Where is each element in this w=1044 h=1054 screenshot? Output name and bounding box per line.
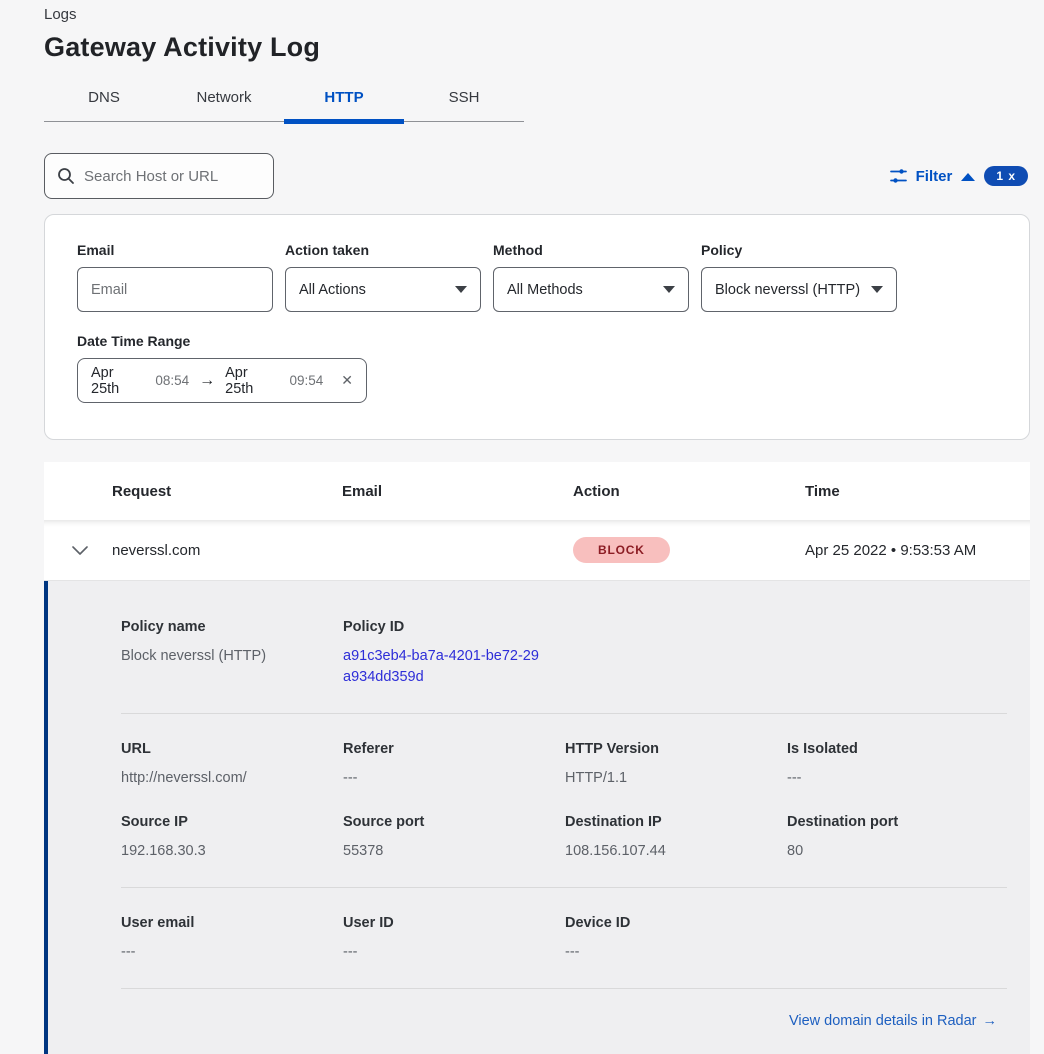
row-details-panel: Policy name Block neverssl (HTTP) Policy… — [48, 581, 1030, 1054]
search-input[interactable] — [84, 168, 261, 185]
tab-ssh[interactable]: SSH — [404, 79, 524, 121]
detail-referer: Referer --- — [343, 741, 565, 789]
page-content: Logs Gateway Activity Log DNS Network HT… — [0, 0, 1044, 1054]
col-header-request: Request — [112, 483, 342, 500]
radar-link-row: View domain details in Radar → — [121, 989, 1007, 1054]
filter-field-policy: Policy Block neverssl (HTTP) — [701, 242, 897, 312]
col-header-action: Action — [573, 483, 805, 500]
clear-daterange-icon[interactable]: ✕ — [341, 372, 353, 389]
detail-destination-port: Destination port 80 — [787, 814, 1009, 862]
chevron-down-icon — [663, 286, 675, 293]
policy-select[interactable]: Block neverssl (HTTP) — [701, 267, 897, 312]
search-box[interactable] — [44, 153, 274, 199]
col-header-email: Email — [342, 483, 573, 500]
tab-bar: DNS Network HTTP SSH — [44, 79, 524, 122]
action-select-value: All Actions — [299, 282, 366, 298]
expanded-row-wrapper: neverssl.com BLOCK Apr 25 2022 • 9:53:53… — [44, 520, 1030, 1054]
detail-url: URL http://neverssl.com/ — [121, 741, 343, 789]
row-request: neverssl.com — [112, 542, 342, 559]
daterange-field-label: Date Time Range — [77, 333, 997, 349]
filter-field-action: Action taken All Actions — [285, 242, 481, 312]
action-select[interactable]: All Actions — [285, 267, 481, 312]
filter-label: Filter — [916, 168, 953, 185]
row-time: Apr 25 2022 • 9:53:53 AM — [805, 542, 1030, 559]
method-select-value: All Methods — [507, 282, 583, 298]
toolbar: Filter 1 x — [44, 153, 1030, 199]
detail-device-id: Device ID --- — [565, 915, 787, 963]
start-time[interactable]: 08:54 — [155, 373, 189, 388]
user-section: User email --- User ID --- Device ID --- — [121, 888, 1007, 988]
breadcrumb[interactable]: Logs — [44, 6, 1030, 23]
filter-field-email: Email — [77, 242, 273, 312]
email-field[interactable] — [77, 267, 273, 312]
filter-field-daterange: Date Time Range Apr 25th 08:54 → Apr 25t… — [77, 333, 997, 403]
request-section: URL http://neverssl.com/ Referer --- HTT… — [121, 714, 1007, 814]
block-status-badge: BLOCK — [573, 537, 670, 563]
method-select[interactable]: All Methods — [493, 267, 689, 312]
tab-network[interactable]: Network — [164, 79, 284, 121]
detail-user-id: User ID --- — [343, 915, 565, 963]
arrow-right-icon: → — [199, 372, 215, 390]
detail-is-isolated: Is Isolated --- — [787, 741, 1009, 789]
policy-id-link[interactable]: a91c3eb4-ba7a-4201-be72-29a934dd359d — [343, 646, 539, 688]
email-field-label: Email — [77, 242, 273, 258]
policy-select-value: Block neverssl (HTTP) — [715, 282, 860, 298]
policy-section: Policy name Block neverssl (HTTP) Policy… — [121, 619, 1007, 713]
daterange-picker[interactable]: Apr 25th 08:54 → Apr 25th 09:54 ✕ — [77, 358, 367, 403]
filter-count-badge[interactable]: 1 x — [984, 166, 1028, 186]
detail-destination-ip: Destination IP 108.156.107.44 — [565, 814, 787, 862]
detail-policy-id: Policy ID a91c3eb4-ba7a-4201-be72-29a934… — [343, 619, 565, 688]
filter-sliders-icon — [890, 168, 907, 184]
policy-field-label: Policy — [701, 242, 897, 258]
end-date[interactable]: Apr 25th — [225, 365, 279, 397]
detail-source-ip: Source IP 192.168.30.3 — [121, 814, 343, 862]
start-date[interactable]: Apr 25th — [91, 365, 145, 397]
detail-user-email: User email --- — [121, 915, 343, 963]
action-field-label: Action taken — [285, 242, 481, 258]
filter-field-method: Method All Methods — [493, 242, 689, 312]
activity-log-table: Request Email Action Time neverssl.com B… — [44, 462, 1030, 1054]
chevron-down-icon — [455, 286, 467, 293]
tab-http[interactable]: HTTP — [284, 79, 404, 121]
chevron-up-icon[interactable] — [961, 173, 975, 181]
detail-policy-name: Policy name Block neverssl (HTTP) — [121, 619, 343, 688]
detail-source-port: Source port 55378 — [343, 814, 565, 862]
filter-toggle[interactable]: Filter 1 x — [890, 166, 1030, 186]
table-row[interactable]: neverssl.com BLOCK Apr 25 2022 • 9:53:53… — [44, 520, 1030, 581]
arrow-right-icon: → — [983, 1013, 998, 1029]
table-header: Request Email Action Time — [44, 462, 1030, 520]
email-input[interactable] — [91, 282, 259, 298]
detail-http-version: HTTP Version HTTP/1.1 — [565, 741, 787, 789]
page-title: Gateway Activity Log — [44, 32, 1030, 63]
tab-dns[interactable]: DNS — [44, 79, 164, 121]
search-icon — [57, 167, 75, 185]
chevron-down-icon — [871, 286, 883, 293]
network-section: Source IP 192.168.30.3 Source port 55378… — [121, 814, 1007, 887]
end-time[interactable]: 09:54 — [289, 373, 323, 388]
view-radar-link[interactable]: View domain details in Radar → — [789, 1013, 997, 1029]
collapse-row-icon[interactable] — [48, 545, 112, 555]
filter-panel: Email Action taken All Actions Method Al… — [44, 214, 1030, 440]
method-field-label: Method — [493, 242, 689, 258]
row-action: BLOCK — [573, 537, 805, 563]
col-header-time: Time — [805, 483, 1030, 500]
